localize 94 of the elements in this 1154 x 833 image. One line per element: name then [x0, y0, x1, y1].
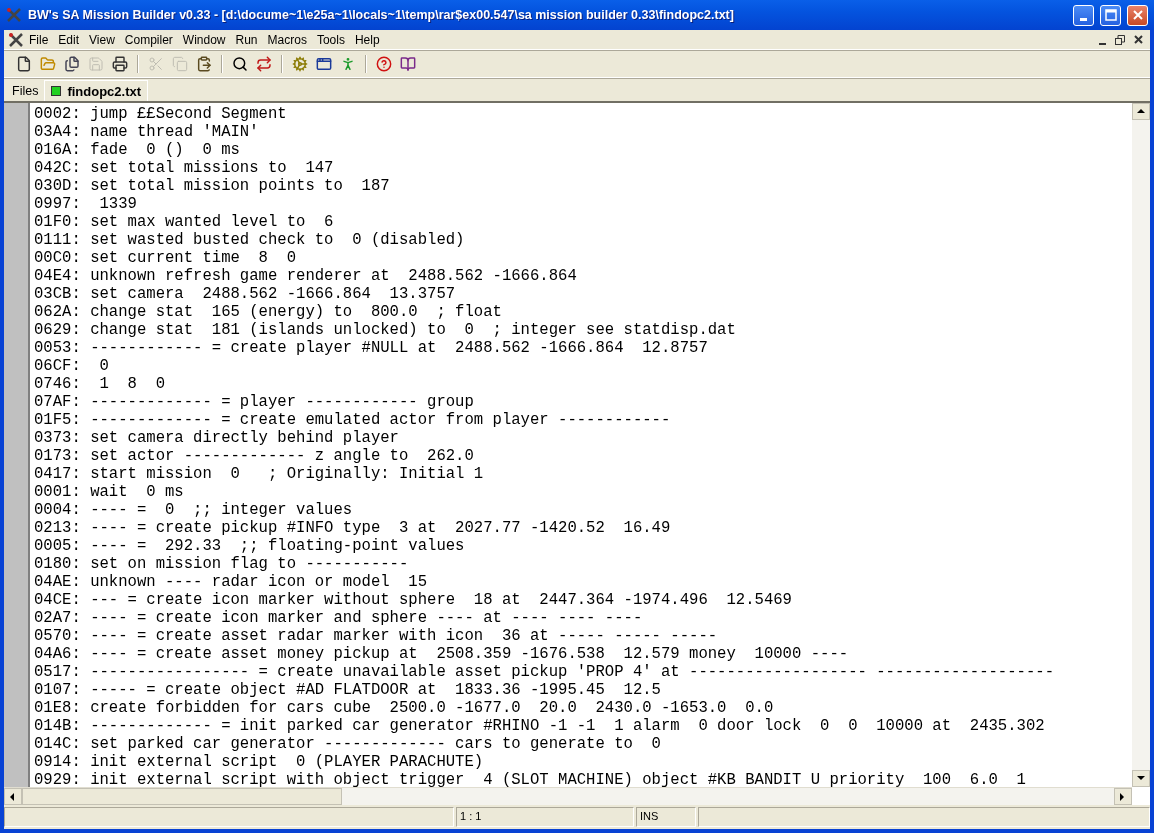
scroll-left-button[interactable] [4, 788, 22, 805]
menu-item[interactable]: Run [230, 32, 263, 47]
minimize-button[interactable] [1073, 4, 1094, 26]
status-square-icon [51, 86, 62, 96]
tools-icon [8, 31, 24, 48]
menu-item[interactable]: Tools [311, 32, 350, 47]
code-line: 01E8: create forbidden for cars cube 2500.0 -1677.0 20.0 2430.0 -1653.0 0.0 [34, 699, 775, 717]
replace-icon [256, 56, 272, 72]
scroll-thumb[interactable] [22, 788, 342, 805]
code-line: 00C0: set current time 8 0 [34, 249, 298, 267]
paste-icon [196, 56, 212, 72]
help-icon [376, 56, 392, 72]
file-tab[interactable]: findopc2.txt [44, 80, 149, 101]
code-line: 014C: set parked car generator ------------- cars to generate to 0 [34, 735, 662, 753]
code-line: 07AF: ------------- = player ------------ group [34, 393, 475, 411]
code-line: 0004: ---- = 0 ;; integer values [34, 501, 354, 519]
new-file-icon [16, 56, 32, 72]
window-icon [316, 56, 332, 72]
tools-icon [6, 7, 22, 23]
status-text: INS [636, 807, 696, 827]
find-button[interactable] [230, 54, 250, 74]
code-line: 014B: ------------- = init parked car generator #RHINO -1 -1 1 alarm 0 door lock 0 0 10000 at 2435.302 [34, 717, 1046, 735]
code-line: 0517: ----------------- = create unavailable asset pickup 'PROP 4' at ------------------- ------------------- [34, 663, 1055, 681]
vertical-scrollbar[interactable] [1132, 103, 1150, 787]
code-line: 0417: start mission 0 ; Originally: Initial 1 [34, 465, 485, 483]
menu-item[interactable]: Window [177, 32, 231, 47]
code-line: 0005: ---- = 292.33 ;; floating-point values [34, 537, 466, 555]
maximize-icon [1104, 9, 1117, 21]
close-icon [1133, 35, 1143, 44]
help-button[interactable] [374, 54, 394, 74]
maximize-button[interactable] [1100, 4, 1121, 26]
find-icon [232, 56, 248, 72]
menu-item[interactable]: View [84, 32, 120, 47]
code-line: 0180: set on mission flag to ----------- [34, 555, 410, 573]
restore-icon [1115, 34, 1125, 45]
close-button[interactable] [1127, 4, 1148, 26]
gear-button[interactable] [290, 54, 310, 74]
code-line: 04A6: ---- = create asset money pickup at 2508.359 -1676.538 12.579 money 10000 ---- [34, 645, 850, 663]
code-line: 04E4: unknown refresh game renderer at 2488.562 -1666.864 [34, 267, 578, 285]
menu-item[interactable]: Help [349, 32, 385, 47]
code-line: 030D: set total mission points to 187 [34, 177, 391, 195]
scroll-right-button[interactable] [1114, 788, 1132, 805]
code-line: 0997: 1339 [34, 195, 138, 213]
code-line: 0746: 1 8 0 [34, 375, 166, 393]
code-line: 0002: jump ££Second Segment [34, 105, 288, 123]
printer-button[interactable] [110, 54, 130, 74]
code-line: 03CB: set camera 2488.562 -1666.864 13.3757 [34, 285, 457, 303]
menu-item[interactable]: File [24, 32, 54, 47]
code-line: 0373: set camera directly behind player [34, 429, 400, 447]
gear-icon [292, 56, 308, 72]
horizontal-scrollbar[interactable] [4, 787, 1132, 805]
code-line: 0914: init external script 0 (PLAYER PARACHUTE) [34, 753, 485, 771]
files-label: Files [11, 84, 40, 100]
code-line: 0213: ---- = create pickup #INFO type 3 at 2027.77 -1420.52 16.49 [34, 519, 672, 537]
scroll-down-button[interactable] [1132, 770, 1150, 787]
code-line: 02A7: ---- = create icon marker and sphere ---- at ---- ---- ---- [34, 609, 644, 627]
windows-stack-button[interactable] [62, 54, 82, 74]
windows-stack-icon [64, 56, 80, 72]
save-icon [88, 56, 104, 72]
code-line: 01F5: ------------- = create emulated actor from player ------------ [34, 411, 672, 429]
menu-item[interactable]: Edit [53, 32, 85, 47]
code-line: 0001: wait 0 ms [34, 483, 185, 501]
code-line: 04AE: unknown ---- radar icon or model 15 [34, 573, 429, 591]
close-icon [1131, 9, 1144, 21]
code-line: 0173: set actor ------------- z angle to 262.0 [34, 447, 475, 465]
code-line: 062A: change stat 165 (energy) to 800.0 ; float [34, 303, 503, 321]
code-line: 0107: ----- = create object #AD FLATDOOR at 1833.36 -1995.45 12.5 [34, 681, 662, 699]
code-line: 0570: ---- = create asset radar marker with icon 36 at ----- ----- ----- [34, 627, 719, 645]
book-icon [400, 56, 416, 72]
status-text: 1 : 1 [456, 807, 634, 827]
code-line: 06CF: 0 [34, 357, 110, 375]
code-line: 016A: fade 0 () 0 ms [34, 141, 241, 159]
printer-icon [112, 56, 128, 72]
menu-item[interactable]: Compiler [119, 32, 178, 47]
window-title: BW's SA Mission Builder v0.33 - [d:\docume~1\e25a~1\locals~1\temp\rar$ex00.547\sa mission builder 0.33\findopc2.txt] [28, 8, 735, 22]
code-line: 01F0: set max wanted level to 6 [34, 213, 335, 231]
code-line: 0111: set wasted busted check to 0 (disabled) [34, 231, 466, 249]
menu-item[interactable]: Macros [262, 32, 312, 47]
copy-icon [172, 56, 188, 72]
code-line: 042C: set total missions to 147 [34, 159, 335, 177]
running-figure-icon [340, 56, 356, 72]
code-line: 0929: init external script with object trigger 4 (SLOT MACHINE) object #KB BANDIT U priority 100 6.0 1 [34, 771, 1027, 787]
minimize-icon [1080, 17, 1087, 21]
code-line: 03A4: name thread 'MAIN' [34, 123, 260, 141]
replace-button[interactable] [254, 54, 274, 74]
code-line: 0053: ------------ = create player #NULL at 2488.562 -1666.864 12.8757 [34, 339, 709, 357]
restore-button[interactable] [1112, 32, 1128, 47]
code-line: 0629: change stat 181 (islands unlocked) to 0 ; integer see statdisp.dat [34, 321, 737, 339]
code-line: 04CE: --- = create icon marker without sphere 18 at 2447.364 -1974.496 12.5469 [34, 591, 793, 609]
minimize-icon [1098, 42, 1106, 45]
book-button[interactable] [398, 54, 418, 74]
scissors-icon [148, 56, 164, 72]
scroll-up-button[interactable] [1132, 103, 1150, 120]
folder-icon [40, 56, 56, 72]
